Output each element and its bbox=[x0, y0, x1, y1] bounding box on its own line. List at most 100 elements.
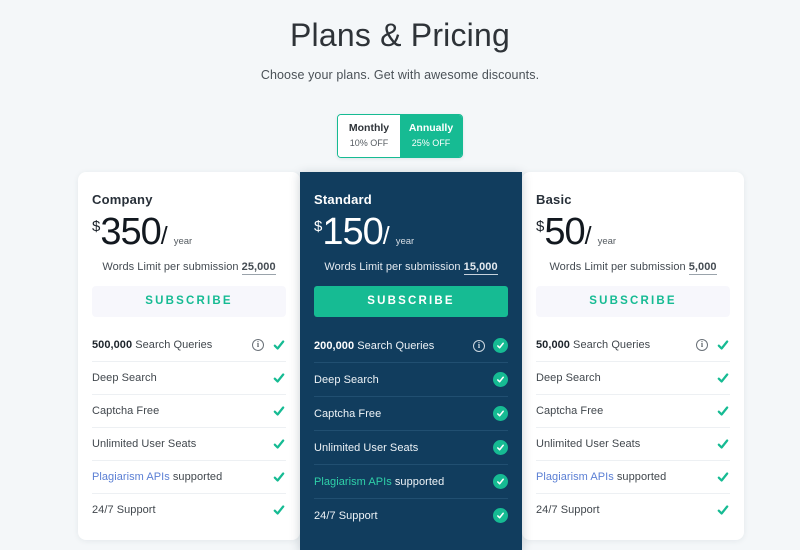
check-icon bbox=[272, 404, 286, 418]
feature-label: 24/7 Support bbox=[536, 504, 600, 516]
feature-label: Captcha Free bbox=[92, 405, 160, 417]
billing-toggle-wrap: Monthly 10% OFF Annually 25% OFF bbox=[0, 114, 800, 158]
feature-text: Deep Search bbox=[314, 374, 485, 386]
words-limit: Words Limit per submission 25,000 bbox=[92, 261, 286, 275]
feature-value: 200,000 bbox=[314, 339, 355, 352]
check-icon bbox=[716, 437, 730, 451]
toggle-monthly-discount: 10% OFF bbox=[349, 138, 389, 148]
check-icon bbox=[272, 371, 286, 385]
feature-label: Search Queries bbox=[354, 339, 435, 352]
feature-list: 200,000 Search Queries i Deep Search Captch… bbox=[314, 329, 508, 532]
feature-row: Deep Search bbox=[314, 363, 508, 397]
feature-text: 24/7 Support bbox=[314, 510, 485, 522]
feature-row: Unlimited User Seats bbox=[92, 428, 286, 461]
pricing-card-company: Company $350/ year Words Limit per submissi… bbox=[78, 172, 300, 540]
feature-list: 500,000 Search Queries i Deep Search Captch… bbox=[92, 329, 286, 526]
feature-text: Captcha Free bbox=[536, 405, 708, 417]
check-circle-icon bbox=[493, 406, 508, 421]
feature-list: 50,000 Search Queries i Deep Search Captcha… bbox=[536, 329, 730, 526]
feature-row: Unlimited User Seats bbox=[536, 428, 730, 461]
currency-symbol: $ bbox=[314, 218, 323, 235]
page-title: Plans & Pricing bbox=[290, 17, 510, 53]
feature-row: 500,000 Search Queries i bbox=[92, 329, 286, 362]
currency-symbol: $ bbox=[536, 218, 545, 235]
words-limit-value: 15,000 bbox=[463, 261, 498, 275]
feature-label: Search Queries bbox=[569, 339, 651, 351]
price-amount: 350 bbox=[100, 211, 161, 253]
check-circle-icon bbox=[493, 440, 508, 455]
price-amount: 50 bbox=[544, 211, 585, 253]
price-slash: / bbox=[584, 222, 592, 250]
feature-text: Plagiarism APIs supported bbox=[536, 471, 708, 483]
feature-row: 200,000 Search Queries i bbox=[314, 329, 508, 363]
feature-row: Plagiarism APIs supported bbox=[92, 461, 286, 494]
pricing-card-basic: Basic $50/ year Words Limit per submission … bbox=[522, 172, 744, 540]
toggle-option-annually[interactable]: Annually 25% OFF bbox=[400, 115, 462, 157]
toggle-annually-discount: 25% OFF bbox=[411, 138, 451, 148]
check-icon bbox=[716, 503, 730, 517]
pricing-card-standard: Standard $150/ year Words Limit per submiss… bbox=[300, 172, 522, 550]
feature-row: Plagiarism APIs supported bbox=[314, 465, 508, 499]
words-limit: Words Limit per submission 15,000 bbox=[314, 261, 508, 275]
feature-text: Deep Search bbox=[92, 372, 264, 384]
feature-label: Deep Search bbox=[314, 373, 379, 386]
toggle-monthly-label: Monthly bbox=[348, 122, 390, 134]
feature-text: 500,000 Search Queries bbox=[92, 339, 242, 351]
feature-label: Captcha Free bbox=[314, 407, 382, 420]
subscribe-button[interactable]: SUBSCRIBE bbox=[92, 286, 286, 317]
feature-text: Deep Search bbox=[536, 372, 708, 384]
page-header: Plans & Pricing Choose your plans. Get w… bbox=[0, 0, 800, 82]
feature-text: 200,000 Search Queries bbox=[314, 340, 463, 352]
feature-text: Plagiarism APIs supported bbox=[92, 471, 264, 483]
feature-link[interactable]: Plagiarism APIs bbox=[314, 476, 392, 488]
info-icon[interactable]: i bbox=[252, 339, 264, 351]
plan-name: Company bbox=[92, 192, 153, 207]
price-slash: / bbox=[160, 222, 168, 250]
plan-price: $50/ year bbox=[536, 213, 730, 251]
check-circle-icon bbox=[493, 372, 508, 387]
feature-row: 24/7 Support bbox=[536, 494, 730, 526]
plan-name: Standard bbox=[314, 192, 372, 207]
currency-symbol: $ bbox=[92, 218, 101, 235]
feature-row: 50,000 Search Queries i bbox=[536, 329, 730, 362]
feature-row: 24/7 Support bbox=[92, 494, 286, 526]
feature-row: Captcha Free bbox=[536, 395, 730, 428]
feature-label: 24/7 Support bbox=[92, 504, 156, 516]
feature-label: supported bbox=[169, 471, 223, 483]
feature-text: Captcha Free bbox=[92, 405, 264, 417]
toggle-annually-label: Annually bbox=[408, 122, 454, 134]
feature-text: Unlimited User Seats bbox=[314, 442, 485, 454]
words-limit-label: Words Limit per submission bbox=[549, 261, 686, 273]
feature-label: Search Queries bbox=[132, 339, 213, 351]
feature-label: supported bbox=[391, 475, 445, 488]
info-icon[interactable]: i bbox=[473, 339, 485, 352]
feature-link[interactable]: Plagiarism APIs bbox=[536, 471, 614, 483]
toggle-option-monthly[interactable]: Monthly 10% OFF bbox=[338, 115, 400, 157]
feature-label: Unlimited User Seats bbox=[314, 441, 419, 454]
feature-label: Deep Search bbox=[92, 372, 157, 384]
feature-text: Plagiarism APIs supported bbox=[314, 476, 485, 488]
plan-price: $350/ year bbox=[92, 213, 286, 251]
subscribe-button[interactable]: SUBSCRIBE bbox=[314, 286, 508, 317]
feature-label: Unlimited User Seats bbox=[536, 438, 641, 450]
feature-row: Deep Search bbox=[536, 362, 730, 395]
feature-link[interactable]: Plagiarism APIs bbox=[92, 471, 170, 483]
feature-label: Deep Search bbox=[536, 372, 601, 384]
feature-row: 24/7 Support bbox=[314, 499, 508, 532]
price-amount: 150 bbox=[322, 211, 383, 253]
feature-value: 50,000 bbox=[536, 339, 570, 351]
subscribe-button[interactable]: SUBSCRIBE bbox=[536, 286, 730, 317]
info-icon[interactable]: i bbox=[696, 339, 708, 351]
feature-row: Unlimited User Seats bbox=[314, 431, 508, 465]
page-subtitle: Choose your plans. Get with awesome disc… bbox=[260, 68, 540, 82]
feature-label: Unlimited User Seats bbox=[92, 438, 197, 450]
billing-toggle[interactable]: Monthly 10% OFF Annually 25% OFF bbox=[337, 114, 463, 158]
feature-text: 24/7 Support bbox=[536, 504, 708, 516]
check-circle-icon bbox=[493, 508, 508, 523]
feature-row: Captcha Free bbox=[314, 397, 508, 431]
feature-row: Plagiarism APIs supported bbox=[536, 461, 730, 494]
feature-value: 500,000 bbox=[92, 339, 133, 351]
price-period: year bbox=[597, 236, 617, 247]
feature-text: Captcha Free bbox=[314, 408, 485, 420]
words-limit-value: 5,000 bbox=[688, 261, 717, 275]
